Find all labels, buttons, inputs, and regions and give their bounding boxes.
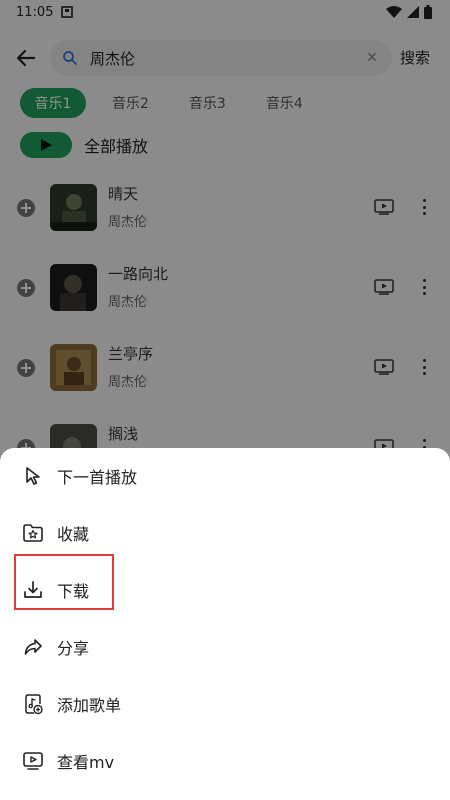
cursor-icon — [26, 467, 40, 485]
menu-label: 查看mv — [57, 753, 115, 772]
menu-label: 添加歌单 — [57, 696, 122, 715]
song-action-sheet: 下一首播放 收藏 下载 分享 添加歌单 查看mv — [0, 448, 450, 800]
menu-label: 收藏 — [57, 525, 90, 544]
menu-item-view-mv[interactable]: 查看mv — [0, 733, 450, 789]
menu-item-favorite[interactable]: 收藏 — [0, 505, 450, 561]
share-icon — [24, 639, 42, 655]
folder-star-icon — [23, 524, 43, 542]
menu-item-share[interactable]: 分享 — [0, 619, 450, 675]
mv-icon — [23, 752, 43, 770]
menu-item-play-next[interactable]: 下一首播放 — [0, 448, 450, 504]
menu-item-add-playlist[interactable]: 添加歌单 — [0, 676, 450, 732]
menu-label: 分享 — [57, 639, 90, 658]
add-playlist-icon — [25, 694, 43, 715]
menu-label: 下一首播放 — [57, 468, 138, 487]
highlight-box — [14, 554, 114, 610]
